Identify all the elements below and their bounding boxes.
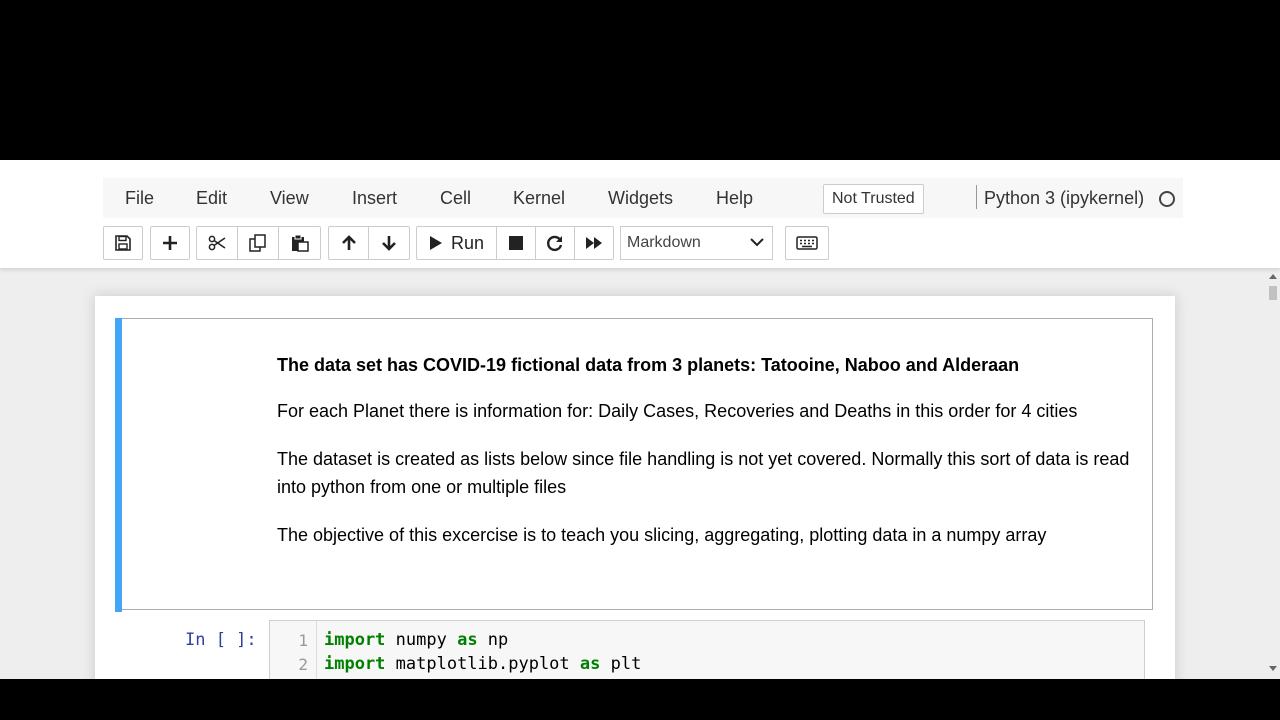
code-line: import matplotlib.pyplot as plt: [324, 654, 641, 674]
code-cell: In [ ]: 1 2 import numpy as np import ma…: [115, 618, 1153, 679]
insert-group: [150, 226, 190, 260]
markdown-cell[interactable]: The data set has COVID-19 fictional data…: [115, 318, 1153, 612]
move-up-button[interactable]: [329, 227, 369, 259]
menu-file[interactable]: File: [125, 178, 154, 218]
code-editor[interactable]: 1 2 import numpy as np import matplotlib…: [269, 620, 1145, 679]
code-alias: np: [477, 630, 509, 650]
markdown-paragraph-3: The objective of this excercise is to te…: [277, 525, 1047, 545]
paste-button[interactable]: [279, 227, 320, 259]
keyboard-icon: [796, 236, 818, 250]
insert-cell-button[interactable]: [151, 227, 189, 259]
run-button[interactable]: Run: [417, 227, 497, 259]
menu-cell[interactable]: Cell: [440, 178, 471, 218]
plus-icon: [163, 236, 177, 250]
scissors-icon: [208, 235, 226, 251]
restart-icon: [547, 235, 563, 252]
kernel-name[interactable]: Python 3 (ipykernel): [984, 178, 1144, 218]
code-module: numpy: [385, 630, 458, 650]
code-keyword: as: [457, 630, 478, 650]
play-icon: [429, 236, 442, 250]
code-module: matplotlib.pyplot: [385, 654, 580, 674]
cut-button[interactable]: [197, 227, 238, 259]
markdown-paragraph-2: The dataset is created as lists below si…: [277, 449, 1130, 497]
markdown-paragraph-1: For each Planet there is information for…: [277, 401, 1078, 421]
edit-group: [196, 226, 321, 260]
cell-type-value: Markdown: [627, 234, 701, 251]
line-number-gutter: 1 2: [270, 621, 317, 679]
code-alias: plt: [600, 654, 642, 674]
move-down-button[interactable]: [369, 227, 409, 259]
code-keyword: import: [324, 654, 386, 674]
keyboard-shortcuts-button[interactable]: [786, 227, 828, 259]
cell-type-select[interactable]: Markdown: [620, 226, 773, 260]
copy-button[interactable]: [238, 227, 279, 259]
kernel-divider: [976, 185, 977, 209]
save-icon: [115, 235, 131, 251]
restart-button[interactable]: [536, 227, 575, 259]
selected-cell-indicator: [115, 318, 122, 612]
trust-status-button[interactable]: Not Trusted: [823, 184, 924, 214]
menu-help[interactable]: Help: [716, 178, 753, 218]
notebook-header: File Edit View Insert Cell Kernel Widget…: [0, 160, 1280, 268]
menu-edit[interactable]: Edit: [196, 178, 227, 218]
vertical-scrollbar[interactable]: [1266, 268, 1280, 679]
move-group: [328, 226, 410, 260]
save-button[interactable]: [104, 227, 142, 259]
kernel-idle-circle-icon: [1159, 191, 1175, 207]
toolbar: Run Markdown: [0, 226, 1280, 262]
stop-icon: [509, 236, 523, 250]
line-number: 1: [298, 631, 308, 650]
chevron-down-icon: [750, 238, 764, 247]
markdown-content: The data set has COVID-19 fictional data…: [277, 355, 1137, 549]
run-group: Run: [416, 226, 614, 260]
arrow-down-icon: [382, 236, 396, 251]
code-keyword: as: [579, 654, 601, 674]
run-all-button[interactable]: [575, 227, 613, 259]
menubar: File Edit View Insert Cell Kernel Widget…: [103, 178, 1183, 218]
save-group: [103, 226, 143, 260]
markdown-heading: The data set has COVID-19 fictional data…: [277, 355, 1020, 375]
line-number: 2: [298, 655, 308, 674]
notebook-container: The data set has COVID-19 fictional data…: [95, 296, 1175, 679]
fast-forward-icon: [586, 237, 602, 249]
menu-kernel[interactable]: Kernel: [513, 178, 565, 218]
arrow-up-icon: [341, 235, 356, 250]
code-line: import numpy as np: [324, 630, 508, 650]
menu-insert[interactable]: Insert: [352, 178, 397, 218]
run-label: Run: [450, 232, 485, 253]
menu-widgets[interactable]: Widgets: [608, 178, 673, 218]
scroll-up-arrow-icon[interactable]: [1269, 274, 1277, 279]
input-prompt: In [ ]:: [185, 630, 257, 650]
scroll-down-arrow-icon[interactable]: [1269, 666, 1277, 671]
interrupt-button[interactable]: [497, 227, 536, 259]
keyboard-group: [785, 226, 829, 260]
jupyter-window: File Edit View Insert Cell Kernel Widget…: [0, 160, 1280, 679]
paste-icon: [291, 234, 309, 252]
scroll-thumb[interactable]: [1269, 286, 1277, 300]
code-keyword: import: [324, 630, 386, 650]
copy-icon: [249, 234, 266, 252]
menu-view[interactable]: View: [270, 178, 309, 218]
